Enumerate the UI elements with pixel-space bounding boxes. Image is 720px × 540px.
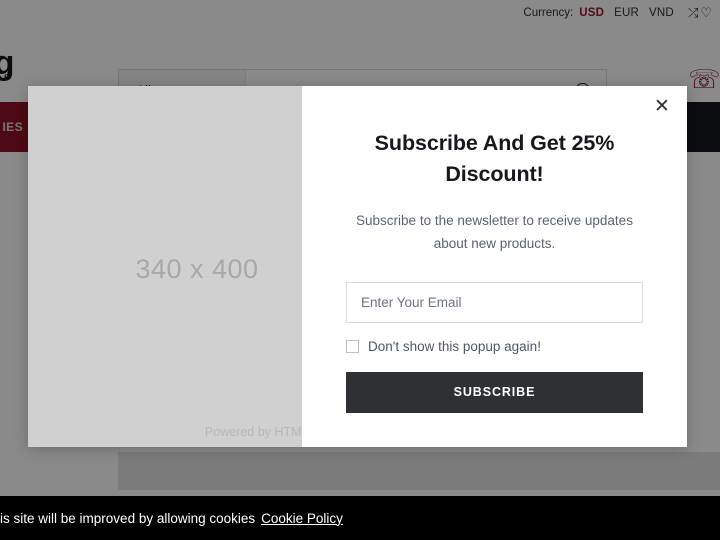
dont-show-label: Don't show this popup again! [368, 338, 541, 354]
close-icon[interactable]: ✕ [649, 94, 675, 120]
popup-image-panel: 340 x 400 Powered by HTML.COM [28, 86, 302, 447]
popup-title: Subscribe And Get 25% Discount! [374, 131, 615, 187]
email-placeholder: Enter Your Email [361, 294, 462, 310]
image-placeholder-label: 340 x 400 [135, 254, 259, 284]
popup-form-panel: ✕ Subscribe And Get 25% Discount! Subscr… [302, 86, 687, 447]
subscribe-button[interactable]: SUBSCRIBE [346, 371, 643, 413]
dont-show-row[interactable]: Don't show this popup again! [346, 339, 643, 354]
email-input[interactable]: Enter Your Email [346, 281, 643, 323]
popup-description: Subscribe to the newsletter to receive u… [356, 213, 633, 252]
dont-show-checkbox[interactable] [346, 339, 359, 353]
cookie-banner: on this site will be improved by allowin… [0, 496, 720, 540]
powered-by-label: Powered by HTML.COM [204, 425, 302, 439]
cookie-policy-link[interactable]: Cookie Policy [261, 511, 343, 526]
newsletter-popup: 340 x 400 Powered by HTML.COM ✕ Subscrib… [28, 86, 687, 447]
cookie-text: on this site will be improved by allowin… [0, 510, 256, 526]
